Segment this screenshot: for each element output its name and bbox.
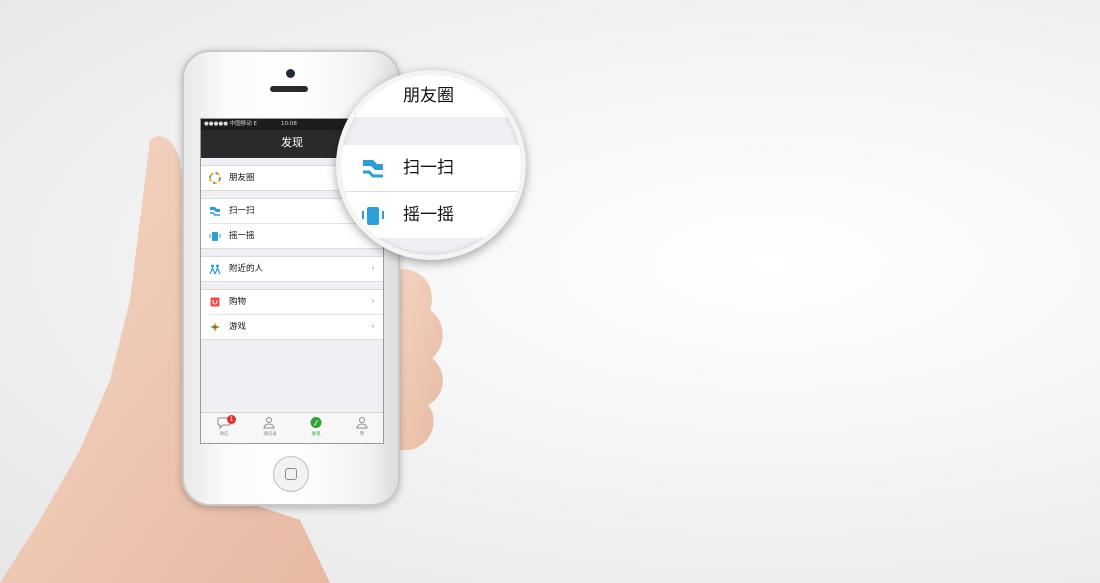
shopping-icon xyxy=(210,297,220,307)
tab-label: 通讯录 xyxy=(263,432,277,437)
page-title: 发现 xyxy=(281,136,303,149)
tab-discover[interactable]: 发现 xyxy=(293,416,339,437)
tab-label: 发现 xyxy=(311,432,321,437)
list-item-label: 扫一扫 xyxy=(229,206,255,216)
carrier-label: ●●●●● 中国移动 E xyxy=(204,121,257,127)
chevron-right-icon: › xyxy=(371,296,375,307)
list-item-label: 附近的人 xyxy=(229,264,264,274)
list-item-games[interactable]: 游戏 › xyxy=(209,314,383,339)
tab-chats[interactable]: 1 微信 xyxy=(201,415,247,437)
shake-icon xyxy=(209,232,221,241)
magnified-item-shake: 摇一摇 xyxy=(341,192,521,238)
magnifier-callout: 朋友圈 扫一扫 摇一摇 xyxy=(336,70,526,260)
shake-icon xyxy=(362,207,384,225)
magnified-label: 朋友圈 xyxy=(403,86,454,106)
magnified-label: 扫一扫 xyxy=(403,158,454,178)
list-item-label: 游戏 xyxy=(229,322,247,332)
hand-illustration xyxy=(0,136,443,583)
scan-icon xyxy=(363,160,383,178)
list-item-label: 朋友圈 xyxy=(229,173,255,183)
tab-me[interactable]: 我 xyxy=(339,416,383,437)
moments-icon xyxy=(209,172,221,184)
games-icon xyxy=(210,322,220,332)
group-shop-games: 购物 › 游戏 › xyxy=(201,289,383,340)
magnified-item-scan: 扫一扫 xyxy=(341,145,521,191)
me-icon xyxy=(356,417,368,429)
discover-icon xyxy=(310,417,322,428)
group-nearby: 附近的人 › xyxy=(201,256,383,282)
tab-label: 微信 xyxy=(219,432,229,437)
home-button[interactable] xyxy=(273,456,309,492)
nearby-people-icon xyxy=(209,264,221,275)
scan-icon xyxy=(210,207,220,216)
magnified-label: 摇一摇 xyxy=(403,205,454,225)
contacts-icon xyxy=(263,417,275,429)
earpiece-speaker xyxy=(270,86,308,92)
tab-contacts[interactable]: 通讯录 xyxy=(247,416,293,437)
list-item-shopping[interactable]: 购物 › xyxy=(201,290,383,314)
list-item-label: 购物 xyxy=(229,297,247,307)
unread-badge: 1 xyxy=(227,415,236,424)
chevron-right-icon: › xyxy=(371,263,375,274)
clock: 10:08 xyxy=(281,121,297,127)
tab-label: 我 xyxy=(359,432,365,437)
list-item-nearby-people[interactable]: 附近的人 › xyxy=(201,257,383,281)
list-item-label: 摇一摇 xyxy=(229,231,255,241)
tab-bar: 1 微信 通讯录 发现 我 xyxy=(201,412,383,443)
magnified-item-moments: 朋友圈 xyxy=(341,75,521,117)
front-camera xyxy=(286,69,295,78)
chevron-right-icon: › xyxy=(371,321,375,332)
